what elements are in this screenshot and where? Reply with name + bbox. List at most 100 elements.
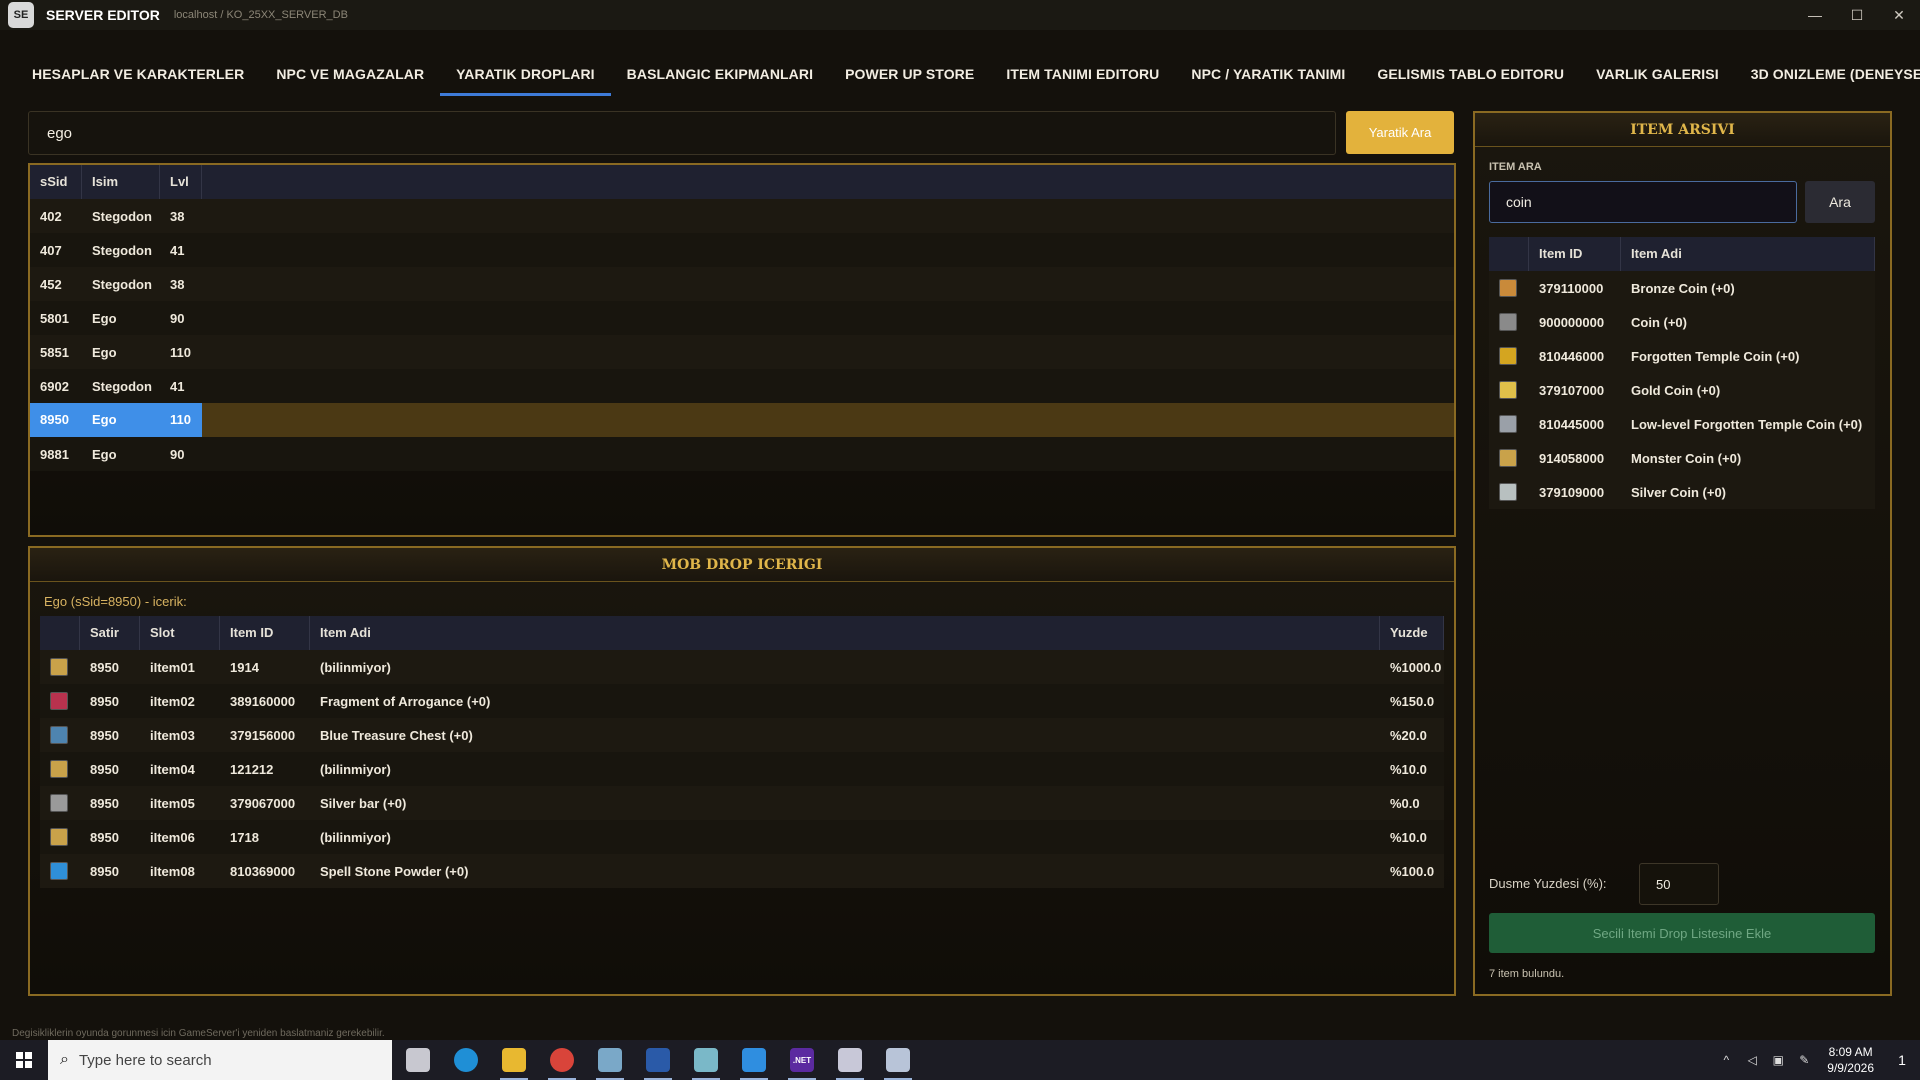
notepad-taskbar-button[interactable] xyxy=(682,1040,730,1080)
drop-item-name-cell: (bilinmiyor) xyxy=(320,829,391,845)
archive-table-row[interactable]: 810446000 Forgotten Temple Coin (+0) xyxy=(1489,339,1875,373)
mob-search-button[interactable]: Yaratik Ara xyxy=(1346,111,1454,154)
drop-percent-cell: %0.0 xyxy=(1390,795,1420,811)
task-view-icon xyxy=(406,1048,430,1072)
chrome-taskbar-button[interactable] xyxy=(538,1040,586,1080)
drop-item-id-cell: 389160000 xyxy=(230,693,296,709)
notification-icon[interactable]: 1 xyxy=(1884,1052,1920,1068)
tab-3d-onizleme-deneysel[interactable]: 3D ONIZLEME (DENEYSEL) xyxy=(1735,56,1920,96)
speaker-muted-icon[interactable]: ◁ xyxy=(1741,1053,1763,1067)
mob-table-row[interactable]: 452 Stegodon 38 xyxy=(30,267,1454,301)
mob-search-input[interactable] xyxy=(28,111,1336,155)
mob-table-row[interactable]: 9881 Ego 90 xyxy=(30,437,1454,471)
archive-table-row[interactable]: 379110000 Bronze Coin (+0) xyxy=(1489,271,1875,305)
app-1-taskbar-button[interactable] xyxy=(826,1040,874,1080)
archive-table-row[interactable]: 379109000 Silver Coin (+0) xyxy=(1489,475,1875,509)
column-header-isim[interactable]: Isim xyxy=(82,165,160,199)
drop-item-id-cell: 379156000 xyxy=(230,727,296,743)
item-icon-cell xyxy=(40,692,80,710)
pen-icon[interactable]: ✎ xyxy=(1793,1053,1815,1067)
mob-table-row[interactable]: 6902 Stegodon 41 xyxy=(30,369,1454,403)
network-icon[interactable]: ▣ xyxy=(1767,1053,1789,1067)
clock-date: 9/9/2026 xyxy=(1827,1061,1874,1075)
mob-table-row[interactable]: 5851 Ego 110 xyxy=(30,335,1454,369)
archive-table-row[interactable]: 914058000 Monster Coin (+0) xyxy=(1489,441,1875,475)
clock[interactable]: 8:09 AM 9/9/2026 xyxy=(1827,1044,1874,1076)
drop-table-row[interactable]: 8950 iItem06 1718 (bilinmiyor) %10.0 xyxy=(40,820,1444,854)
tab-npc-yaratik-tanimi[interactable]: NPC / YARATIK TANIMI xyxy=(1175,56,1361,96)
start-button[interactable] xyxy=(0,1040,48,1080)
app-2-taskbar-button[interactable] xyxy=(874,1040,922,1080)
task-view-taskbar-button[interactable] xyxy=(394,1040,442,1080)
drop-item-id-cell: 379067000 xyxy=(230,795,296,811)
drop-table-row[interactable]: 8950 iItem03 379156000 Blue Treasure Chest … xyxy=(40,718,1444,752)
drop-panel-title: MOB DROP ICERIGI xyxy=(30,548,1454,582)
mob-table-row[interactable]: 8950 Ego 110 xyxy=(30,403,1454,437)
drop-percent-cell: %1000.0 xyxy=(1390,659,1442,675)
archive-table-row[interactable]: 900000000 Coin (+0) xyxy=(1489,305,1875,339)
archive-table-row[interactable]: 810445000 Low-level Forgotten Temple Coin… xyxy=(1489,407,1875,441)
mob-table-row[interactable]: 402 Stegodon 38 xyxy=(30,199,1454,233)
tab-baslangic-ekipmanlari[interactable]: BASLANGIC EKIPMANLARI xyxy=(611,56,829,96)
mob-name-cell: Stegodon xyxy=(92,276,152,292)
column-header-slot[interactable]: Slot xyxy=(140,616,220,650)
maximize-button[interactable]: ☐ xyxy=(1836,0,1878,30)
tab-power-up-store[interactable]: POWER UP STORE xyxy=(829,56,990,96)
drop-row-cell: 8950 xyxy=(90,863,119,879)
drop-table-row[interactable]: 8950 iItem04 121212 (bilinmiyor) %10.0 xyxy=(40,752,1444,786)
item-icon xyxy=(50,794,68,812)
drop-slot-cell: iItem06 xyxy=(150,829,195,845)
dotnet-taskbar-button[interactable]: .NET xyxy=(778,1040,826,1080)
tab-item-tanimi-editoru[interactable]: ITEM TANIMI EDITORU xyxy=(990,56,1175,96)
tab-gelismis-tablo-editoru[interactable]: GELISMIS TABLO EDITORU xyxy=(1361,56,1580,96)
drop-table-row[interactable]: 8950 iItem08 810369000 Spell Stone Powder (… xyxy=(40,854,1444,888)
mob-lvl-cell: 110 xyxy=(170,344,191,360)
column-header-icon xyxy=(1489,237,1529,271)
title-bar: SE SERVER EDITOR localhost / KO_25XX_SER… xyxy=(0,0,1920,30)
drop-table-row[interactable]: 8950 iItem05 379067000 Silver bar (+0) %0.0 xyxy=(40,786,1444,820)
archive-item-name-cell: Silver Coin (+0) xyxy=(1631,484,1726,500)
column-header-item-adi[interactable]: Item Adi xyxy=(310,616,1380,650)
archive-table: Item ID Item Adi 379110000 Bronze Coin (+… xyxy=(1489,237,1875,509)
tab-npc-ve-magazalar[interactable]: NPC VE MAGAZALAR xyxy=(260,56,440,96)
mob-name-cell: Stegodon xyxy=(92,242,152,258)
chrome-icon xyxy=(550,1048,574,1072)
tab-yaratik-droplari[interactable]: YARATIK DROPLARI xyxy=(440,56,611,96)
close-button[interactable]: ✕ xyxy=(1878,0,1920,30)
minimize-button[interactable]: — xyxy=(1794,0,1836,30)
archive-table-row[interactable]: 379107000 Gold Coin (+0) xyxy=(1489,373,1875,407)
drop-table-row[interactable]: 8950 iItem02 389160000 Fragment of Arroganc… xyxy=(40,684,1444,718)
column-header-item-id[interactable]: Item ID xyxy=(220,616,310,650)
item-search-input[interactable] xyxy=(1489,181,1797,223)
tab-varlik-galerisi[interactable]: VARLIK GALERISI xyxy=(1580,56,1735,96)
column-header-item-adi[interactable]: Item Adi xyxy=(1621,237,1875,271)
mob-table-row[interactable]: 407 Stegodon 41 xyxy=(30,233,1454,267)
mob-table-row[interactable]: 5801 Ego 90 xyxy=(30,301,1454,335)
tab-hesaplar-ve-karakterler[interactable]: HESAPLAR VE KARAKTERLER xyxy=(16,56,260,96)
column-header-lvl[interactable]: Lvl xyxy=(160,165,202,199)
drop-table-row[interactable]: 8950 iItem01 1914 (bilinmiyor) %1000.0 xyxy=(40,650,1444,684)
drop-item-id-cell: 810369000 xyxy=(230,863,296,879)
drop-percent-label: Dusme Yuzdesi (%): xyxy=(1489,876,1607,891)
vscode-taskbar-button[interactable] xyxy=(730,1040,778,1080)
item-icon xyxy=(50,862,68,880)
powershell-icon xyxy=(646,1048,670,1072)
add-to-drop-list-button[interactable]: Secili Itemi Drop Listesine Ekle xyxy=(1489,913,1875,953)
item-search-button[interactable]: Ara xyxy=(1805,181,1875,223)
column-header-satir[interactable]: Satir xyxy=(80,616,140,650)
drop-row-cell: 8950 xyxy=(90,795,119,811)
mob-drop-panel: MOB DROP ICERIGI Ego (sSid=8950) - iceri… xyxy=(28,546,1456,996)
chevron-up-icon[interactable]: ^ xyxy=(1715,1053,1737,1067)
column-header-ssid[interactable]: sSid xyxy=(30,165,82,199)
file-explorer-taskbar-button[interactable] xyxy=(490,1040,538,1080)
archive-item-id-cell: 810445000 xyxy=(1539,416,1605,432)
column-header-yuzde[interactable]: Yuzde xyxy=(1380,616,1444,650)
edge-taskbar-button[interactable] xyxy=(442,1040,490,1080)
column-header-item-id[interactable]: Item ID xyxy=(1529,237,1621,271)
taskbar-search[interactable]: ⌕ Type here to search xyxy=(48,1040,392,1080)
drop-percent-input[interactable] xyxy=(1639,863,1719,905)
paint-taskbar-button[interactable] xyxy=(586,1040,634,1080)
found-count-text: 7 item bulundu. xyxy=(1489,968,1565,980)
drop-row-cell: 8950 xyxy=(90,829,119,845)
powershell-taskbar-button[interactable] xyxy=(634,1040,682,1080)
